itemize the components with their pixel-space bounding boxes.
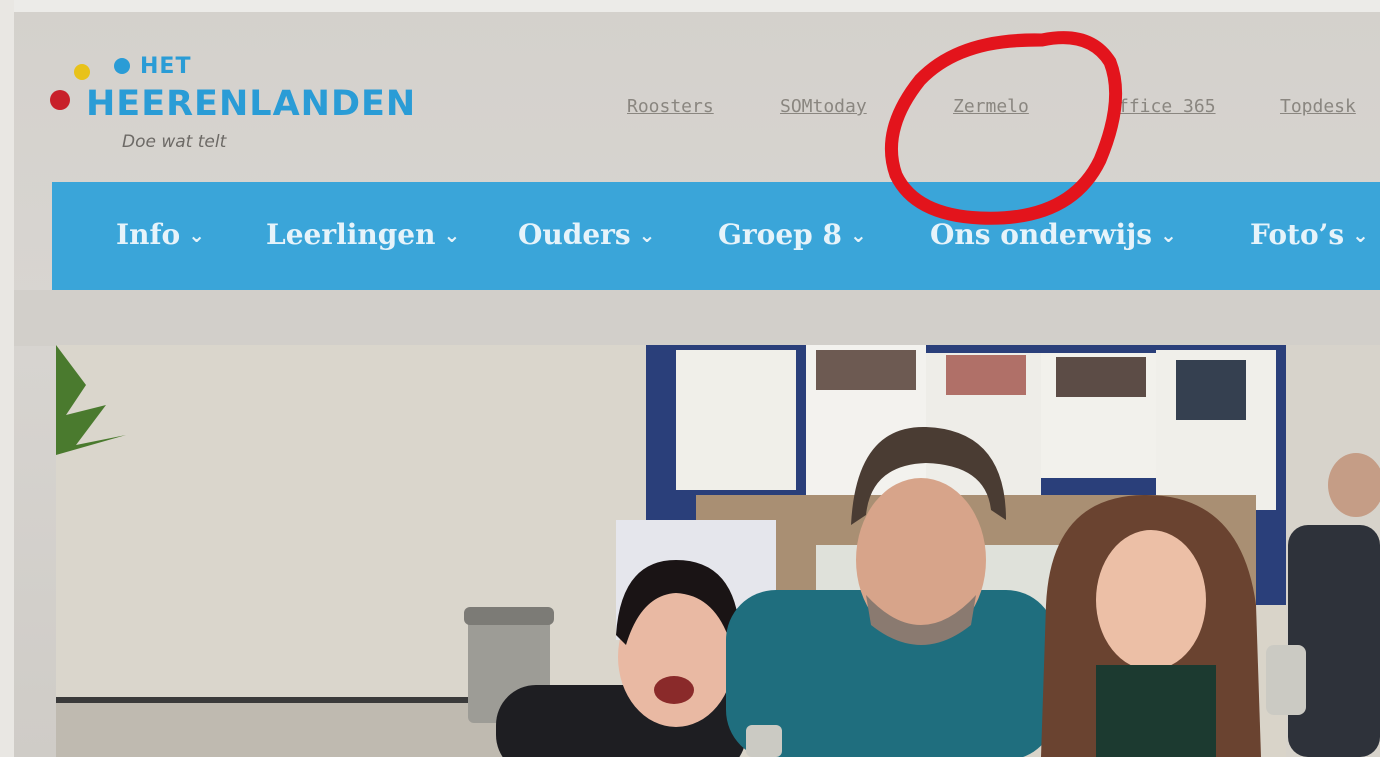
chevron-down-icon: ⌄ [849, 223, 867, 247]
chevron-down-icon: ⌄ [1160, 223, 1177, 247]
hero-photo-illustration [56, 345, 1380, 757]
monitor-bezel-top [0, 0, 1380, 12]
nav-item-info[interactable]: Info ⌄ [116, 218, 205, 251]
chevron-down-icon: ⌄ [188, 223, 205, 247]
main-navigation: Info ⌄ Leerlingen ⌄ Ouders ⌄ Groep 8 ⌄ Ons o… [52, 182, 1380, 290]
link-topdesk[interactable]: Topdesk [1280, 96, 1356, 117]
nav-item-leerlingen[interactable]: Leerlingen ⌄ [266, 218, 460, 251]
nav-item-ons-onderwijs[interactable]: Ons onderwijs ⌄ [930, 218, 1177, 251]
link-office-365[interactable]: ffice 365 [1118, 96, 1216, 117]
logo-dot-yellow [74, 64, 90, 80]
chevron-down-icon: ⌄ [1352, 223, 1369, 247]
logo-tagline: Doe wat telt [122, 132, 227, 152]
link-roosters[interactable]: Roosters [627, 96, 714, 117]
logo-dot-blue [114, 58, 130, 74]
chevron-down-icon: ⌄ [443, 223, 461, 247]
nav-item-label: Groep 8 [718, 218, 842, 251]
top-utility-links: Roosters SOMtoday Zermelo ffice 365 Topd… [0, 96, 1380, 126]
nav-item-label: Foto’s [1250, 218, 1345, 251]
chevron-down-icon: ⌄ [638, 223, 656, 247]
nav-item-label: Ons onderwijs [930, 218, 1153, 251]
nav-item-label: Ouders [518, 218, 631, 251]
nav-item-groep-8[interactable]: Groep 8 ⌄ [718, 218, 867, 251]
link-zermelo[interactable]: Zermelo [953, 96, 1029, 117]
browser-viewport: HET HEERENLANDEN Doe wat telt Roosters S… [0, 0, 1380, 757]
hero-photo [56, 345, 1380, 757]
nav-item-label: Info [116, 218, 181, 251]
nav-item-label: Leerlingen [266, 218, 436, 251]
trophy [1266, 645, 1306, 715]
logo-het-text: HET [140, 54, 192, 79]
nav-item-fotos[interactable]: Foto’s ⌄ [1250, 218, 1369, 251]
link-somtoday[interactable]: SOMtoday [780, 96, 867, 117]
nav-spacer [14, 290, 1380, 346]
nav-item-ouders[interactable]: Ouders ⌄ [518, 218, 655, 251]
trophy [746, 725, 782, 757]
